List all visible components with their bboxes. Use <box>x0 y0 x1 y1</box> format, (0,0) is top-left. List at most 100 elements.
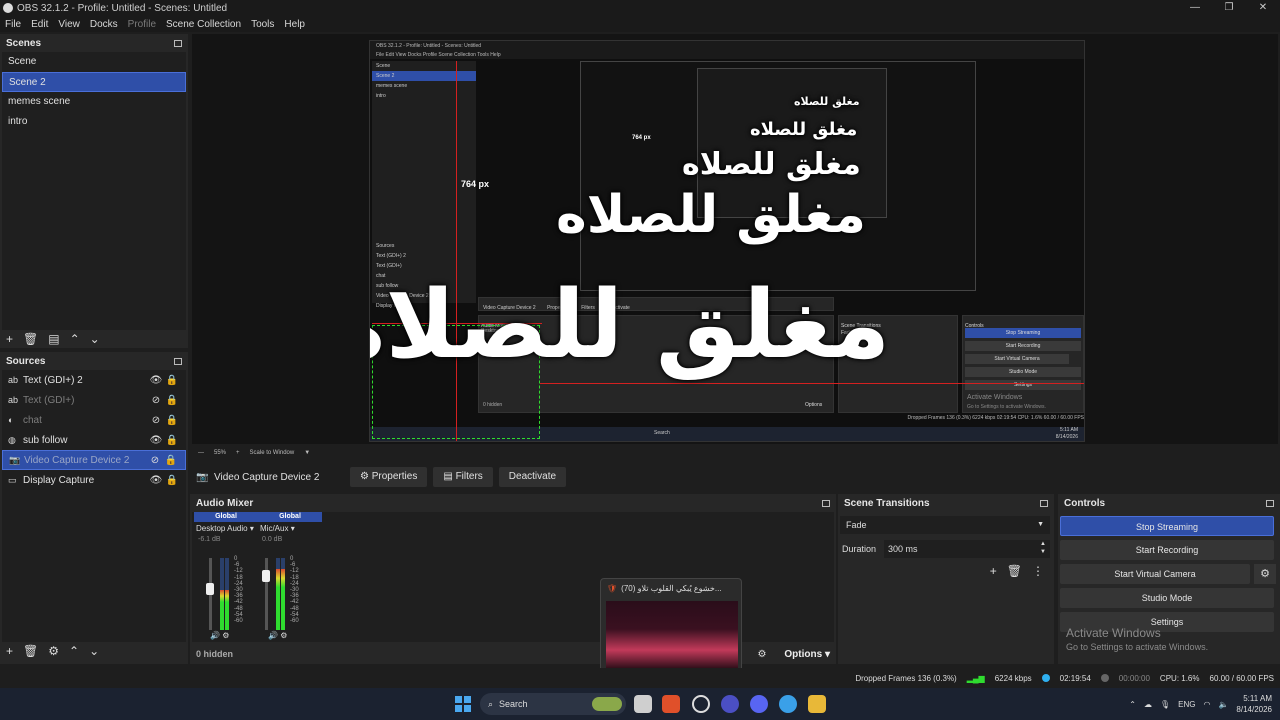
menu-scene-collection[interactable]: Scene Collection <box>161 19 246 30</box>
channel-name[interactable]: Desktop Audio ▾ <box>194 522 258 534</box>
move-down-icon[interactable]: ⌄ <box>89 644 99 658</box>
app-icon[interactable] <box>721 695 739 713</box>
microphone-icon[interactable]: 🎙 <box>1160 700 1170 709</box>
deactivate-button[interactable]: Deactivate <box>498 467 567 487</box>
eye-icon[interactable]: 👁 <box>148 475 164 486</box>
advanced-audio-icon[interactable]: ⚙ <box>757 649 766 660</box>
scale-mode-select[interactable]: Scale to Window <box>250 450 295 456</box>
transition-select[interactable]: Fade ▼ <box>840 516 1050 534</box>
lock-icon[interactable]: 🔒 <box>164 415 180 426</box>
brave-icon[interactable] <box>662 695 680 713</box>
fader-knob[interactable] <box>206 583 214 595</box>
maximize-button[interactable]: ❐ <box>1212 0 1246 16</box>
zoom-out-icon[interactable]: — <box>198 450 204 456</box>
zoom-in-icon[interactable]: + <box>236 450 240 456</box>
chevron-down-icon[interactable]: ▼ <box>304 450 310 456</box>
minimize-button[interactable]: — <box>1178 0 1212 16</box>
undock-icon[interactable] <box>822 499 830 507</box>
taskbar-thumbnail[interactable]: 🛡 (70) خشوع يُبكي القلوب تلاو... <box>600 578 742 676</box>
lock-icon[interactable]: 🔒 <box>164 435 180 446</box>
menu-profile[interactable]: Profile <box>123 19 161 30</box>
undock-icon[interactable] <box>1040 499 1048 507</box>
obs-icon[interactable] <box>692 695 710 713</box>
eye-icon[interactable]: 👁 <box>148 375 164 386</box>
undock-icon[interactable] <box>1266 499 1274 507</box>
undock-icon[interactable] <box>174 357 182 365</box>
lock-icon[interactable]: 🔒 <box>163 455 179 466</box>
eye-slash-icon[interactable]: ⊘ <box>147 455 163 466</box>
source-item[interactable]: ◍ sub follow 👁 🔒 <box>2 430 186 450</box>
scene-item-selected[interactable]: Scene 2 <box>2 72 186 92</box>
source-properties-icon[interactable]: ⚙ <box>48 644 59 658</box>
studio-mode-button[interactable]: Studio Mode <box>1060 588 1274 608</box>
record-time: 00:00:00 <box>1118 673 1150 683</box>
taskbar-clock[interactable]: 5:11 AM 8/14/2026 <box>1236 693 1272 715</box>
start-recording-button[interactable]: Start Recording <box>1060 540 1274 560</box>
speaker-icon[interactable]: 🔊 <box>268 631 278 640</box>
discord-icon[interactable] <box>750 695 768 713</box>
cloud-icon[interactable]: ☁ <box>1144 700 1152 709</box>
volume-fader[interactable] <box>265 558 268 630</box>
scene-item[interactable]: Scene <box>2 52 186 72</box>
source-item-selected[interactable]: 📷 Video Capture Device 2 ⊘ 🔒 <box>2 450 186 470</box>
eye-slash-icon[interactable]: ⊘ <box>148 415 164 426</box>
preview-canvas[interactable]: OBS 32.1.2 - Profile: Untitled - Scenes:… <box>192 34 1278 444</box>
filters-label: Filters <box>455 471 483 482</box>
spinner-icon[interactable]: ▲ ▼ <box>1040 540 1046 556</box>
add-scene-icon[interactable]: + <box>6 332 13 346</box>
edge-icon[interactable] <box>779 695 797 713</box>
remove-transition-icon[interactable]: 🗑 <box>1007 564 1022 578</box>
menu-docks[interactable]: Docks <box>85 19 123 30</box>
fader-knob[interactable] <box>262 570 270 582</box>
remove-source-icon[interactable]: 🗑 <box>23 644 38 658</box>
channel-name[interactable]: Mic/Aux ▾ <box>258 522 322 534</box>
properties-button[interactable]: ⚙ Properties <box>350 467 428 487</box>
move-down-icon[interactable]: ⌄ <box>90 332 100 346</box>
filters-button[interactable]: ▤ Filters <box>433 467 493 487</box>
source-item[interactable]: ▭ Display Capture 👁 🔒 <box>2 470 186 490</box>
move-up-icon[interactable]: ⌃ <box>69 644 79 658</box>
source-item[interactable]: ab Text (GDI+) ⊘ 🔒 <box>2 390 186 410</box>
mixer-channel-desktop: Global Desktop Audio ▾ -6.1 dB 0 -6 -12 -18… <box>194 512 258 642</box>
options-button[interactable]: Options ▾ <box>784 649 830 660</box>
add-transition-icon[interactable]: + <box>990 564 997 578</box>
move-up-icon[interactable]: ⌃ <box>70 332 80 346</box>
source-item[interactable]: ◐ chat ⊘ 🔒 <box>2 410 186 430</box>
more-icon[interactable]: ⋮ <box>1032 564 1044 578</box>
wifi-icon[interactable]: ◠ <box>1203 700 1210 709</box>
language-indicator[interactable]: ENG <box>1178 700 1195 709</box>
menu-tools[interactable]: Tools <box>246 19 279 30</box>
task-view-icon[interactable] <box>634 695 652 713</box>
eye-icon[interactable]: 👁 <box>148 435 164 446</box>
start-button[interactable] <box>455 696 471 712</box>
taskbar-search[interactable]: ⌕ Search <box>480 693 626 715</box>
close-button[interactable]: ✕ <box>1246 0 1280 16</box>
lock-icon[interactable]: 🔒 <box>164 395 180 406</box>
scene-filters-icon[interactable]: ▤ <box>48 332 59 346</box>
menu-edit[interactable]: Edit <box>26 19 53 30</box>
start-virtual-camera-button[interactable]: Start Virtual Camera <box>1060 564 1250 584</box>
add-source-icon[interactable]: + <box>6 644 13 658</box>
context-source-name: Video Capture Device 2 <box>214 471 320 483</box>
lock-icon[interactable]: 🔒 <box>164 375 180 386</box>
menu-help[interactable]: Help <box>279 19 310 30</box>
channel-settings-icon[interactable]: ⚙ <box>280 631 287 640</box>
channel-settings-icon[interactable]: ⚙ <box>222 631 229 640</box>
scene-item[interactable]: memes scene <box>2 92 186 112</box>
source-item[interactable]: ab Text (GDI+) 2 👁 🔒 <box>2 370 186 390</box>
menu-file[interactable]: File <box>0 19 26 30</box>
speaker-icon[interactable]: 🔊 <box>210 631 220 640</box>
eye-slash-icon[interactable]: ⊘ <box>148 395 164 406</box>
remove-scene-icon[interactable]: 🗑 <box>23 332 38 346</box>
signal-icon: ▂▄▆ <box>966 673 985 683</box>
scene-item[interactable]: intro <box>2 112 186 132</box>
lock-icon[interactable]: 🔒 <box>164 475 180 486</box>
chevron-up-icon[interactable]: ⌃ <box>1129 700 1136 709</box>
file-explorer-icon[interactable] <box>808 695 826 713</box>
stop-streaming-button[interactable]: Stop Streaming <box>1060 516 1274 536</box>
undock-icon[interactable] <box>174 39 182 47</box>
volume-icon[interactable]: 🔈 <box>1218 700 1228 709</box>
menu-view[interactable]: View <box>53 19 85 30</box>
duration-input[interactable]: 300 ms ▲ ▼ <box>884 540 1050 558</box>
virtual-camera-gear-icon[interactable]: ⚙ <box>1254 564 1276 584</box>
